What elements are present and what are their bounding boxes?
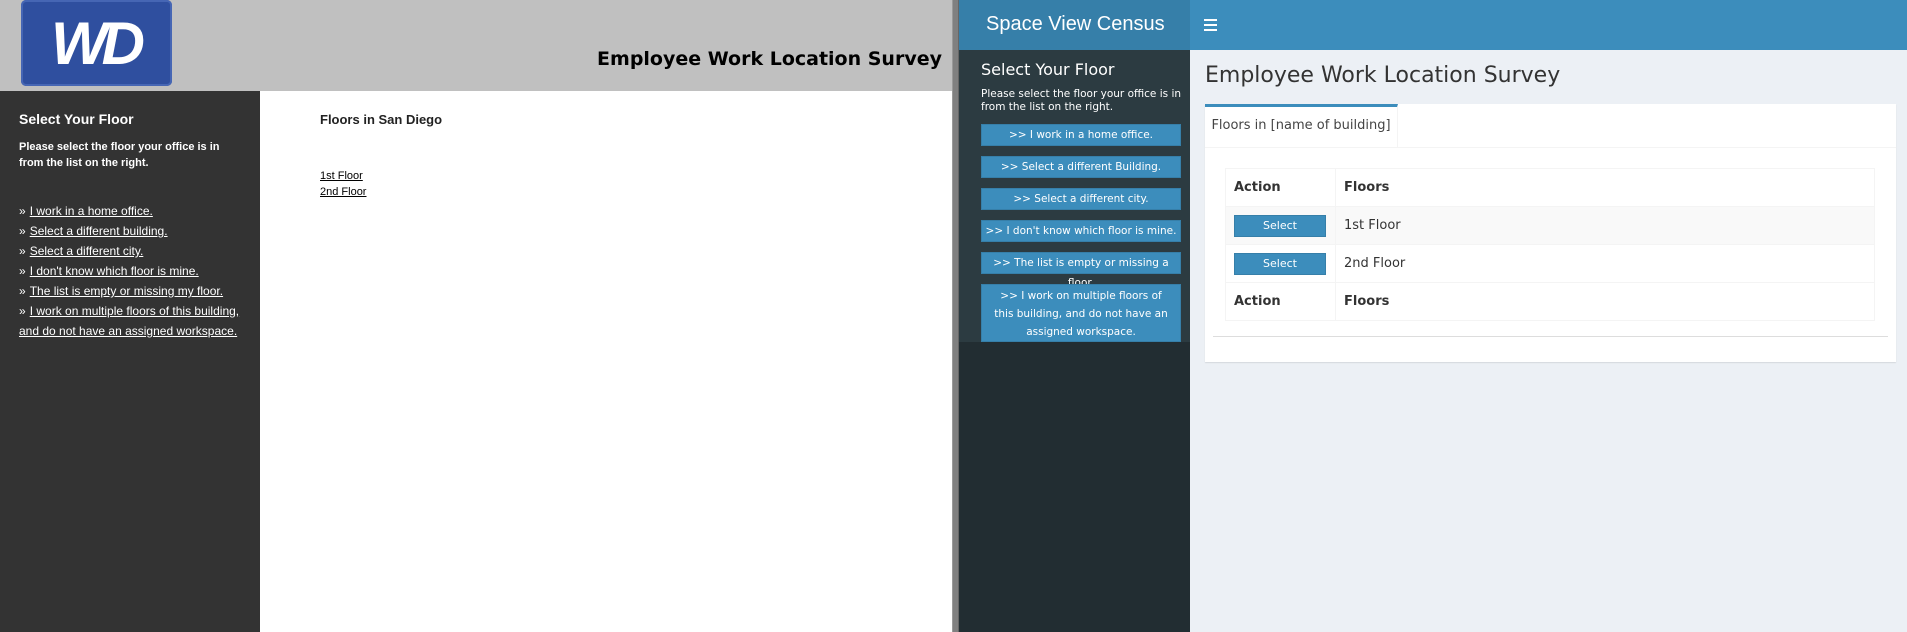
floor-cell: 1st Floor [1335, 206, 1875, 245]
app-brand[interactable]: Space View Census [959, 0, 1190, 50]
list-empty-link[interactable]: The list is empty or missing my floor. [30, 284, 223, 298]
panel-divider [1213, 336, 1888, 337]
floor-link-1st[interactable]: 1st Floor [320, 168, 366, 184]
table-row: Select 1st Floor [1225, 206, 1875, 245]
different-building-button[interactable]: >> Select a different Building. [981, 156, 1181, 178]
floor-cell: 2nd Floor [1335, 244, 1875, 283]
column-footer-action: Action [1225, 282, 1336, 321]
column-footer-floors: Floors [1335, 282, 1875, 321]
wd-logo: WD [21, 0, 172, 86]
action-cell: Select [1225, 244, 1336, 283]
sidebar-links: » I work in a home office. » Select a diff… [19, 201, 244, 341]
brand-name: Space View Census [986, 13, 1165, 35]
tab-bar: Floors in [name of building] [1205, 104, 1896, 148]
sidebar-description: Please select the floor your office is i… [981, 88, 1182, 113]
top-navbar [1190, 0, 1907, 50]
tab-floors[interactable]: Floors in [name of building] [1205, 104, 1398, 147]
different-city-link[interactable]: Select a different city. [30, 244, 144, 258]
column-header-floors: Floors [1335, 168, 1875, 207]
sidebar-description: Please select the floor your office is i… [19, 141, 220, 169]
table-footer-row: Action Floors [1225, 282, 1875, 321]
action-cell: Select [1225, 206, 1336, 245]
svg-text:WD: WD [51, 10, 144, 77]
select-button[interactable]: Select [1234, 252, 1326, 275]
floors-table: Action Floors Select 1st Floor Select 2n… [1225, 168, 1875, 321]
table-header-row: Action Floors [1225, 168, 1875, 207]
select-button[interactable]: Select [1234, 214, 1326, 237]
unknown-floor-link[interactable]: I don't know which floor is mine. [30, 264, 199, 278]
page-title: Employee Work Location Survey [597, 48, 942, 70]
window-divider [952, 0, 959, 632]
sidebar-title: Select Your Floor [19, 111, 134, 127]
bullet: » [19, 204, 26, 218]
different-building-link[interactable]: Select a different building. [30, 224, 168, 238]
legacy-header: WD Employee Work Location Survey [0, 0, 952, 91]
column-header-action: Action [1225, 168, 1336, 207]
table-row: Select 2nd Floor [1225, 244, 1875, 283]
hamburger-icon[interactable] [1202, 14, 1222, 34]
bullet: » [19, 284, 26, 298]
bullet: » [19, 264, 26, 278]
multiple-floors-button[interactable]: >> I work on multiple floors of this bui… [981, 284, 1181, 342]
list-empty-button[interactable]: >> The list is empty or missing a floor. [981, 252, 1181, 289]
new-survey-page: Space View Census Select Your Floor Plea… [959, 0, 1907, 632]
multiple-floors-link[interactable]: I work on multiple floors of this buildi… [19, 304, 239, 338]
page-title: Employee Work Location Survey [1205, 63, 1561, 88]
floor-list: 1st Floor 2nd Floor [320, 168, 366, 200]
floor-link-2nd[interactable]: 2nd Floor [320, 184, 366, 200]
unknown-floor-button[interactable]: >> I don't know which floor is mine. [981, 220, 1181, 242]
bullet: » [19, 244, 26, 258]
home-office-link[interactable]: I work in a home office. [30, 204, 153, 218]
different-city-button[interactable]: >> Select a different city. [981, 188, 1181, 210]
wd-logo-mark: WD [51, 10, 150, 77]
floors-panel: Floors in [name of building] Action Floo… [1205, 104, 1896, 362]
home-office-button[interactable]: >> I work in a home office. [981, 124, 1181, 146]
legacy-sidebar: Select Your Floor Please select the floo… [0, 91, 260, 632]
sidebar-title: Select Your Floor [981, 60, 1115, 79]
floors-heading: Floors in San Diego [320, 112, 443, 127]
legacy-survey-page: WD Employee Work Location Survey Select … [0, 0, 952, 632]
bullet: » [19, 224, 26, 238]
bullet: » [19, 304, 26, 318]
